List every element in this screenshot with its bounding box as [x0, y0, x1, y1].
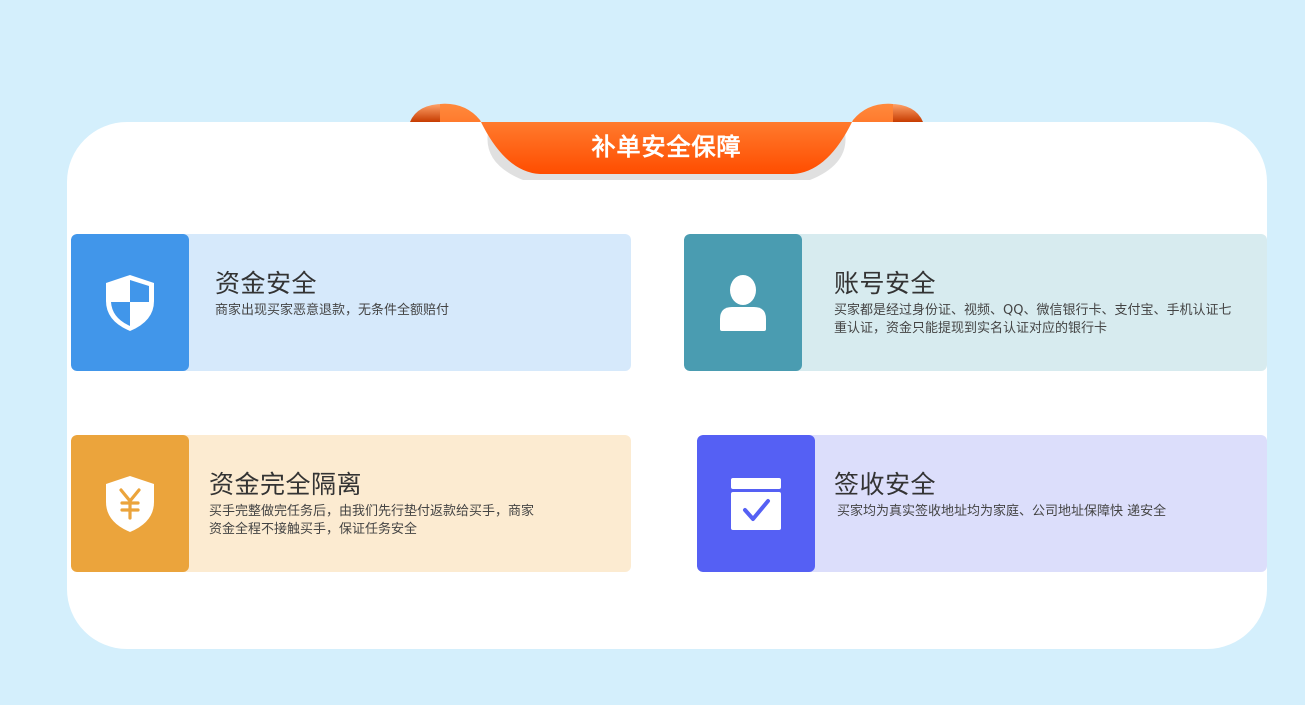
feature-card-fund-isolation: 资金完全隔离 买手完整做完任务后，由我们先行垫付返款给买手，商家 资金全程不接触… — [71, 435, 631, 572]
header-ribbon: 补单安全保障 — [410, 102, 923, 182]
card-title: 资金完全隔离 — [209, 470, 363, 499]
card-description-line1: 买手完整做完任务后，由我们先行垫付返款给买手，商家 — [209, 504, 535, 519]
icon-box — [71, 234, 189, 371]
card-title: 账号安全 — [834, 269, 937, 298]
card-description-line2: 资金全程不接触买手，保证任务安全 — [209, 522, 418, 537]
card-title: 资金安全 — [215, 269, 318, 298]
feature-card-delivery-security: 签收安全 买家均为真实签收地址均为家庭、公司地址保障快 递安全 — [697, 435, 1267, 572]
card-description-line2: 重认证，资金只能提现到实名认证对应的银行卡 — [834, 321, 1108, 336]
shield-icon — [106, 274, 154, 331]
user-icon — [720, 274, 766, 331]
card-description-line1: 买家都是经过身份证、视频、QQ、微信银行卡、支付宝、手机认证七 — [834, 303, 1232, 318]
card-description: 商家出现买家恶意退款，无条件全额赔付 — [215, 303, 450, 318]
page-title: 补单安全保障 — [591, 133, 742, 161]
card-description: 买家均为真实签收地址均为家庭、公司地址保障快 递安全 — [837, 504, 1167, 519]
icon-box — [697, 435, 815, 572]
icon-box — [684, 234, 802, 371]
icon-box — [71, 435, 189, 572]
feature-card-account-security: 账号安全 买家都是经过身份证、视频、QQ、微信银行卡、支付宝、手机认证七 重认证… — [684, 234, 1267, 371]
dots-right-icon — [419, 127, 447, 155]
yuan-shield-icon — [106, 475, 154, 532]
card-title: 签收安全 — [834, 470, 937, 499]
feature-card-fund-security: 资金安全 商家出现买家恶意退款，无条件全额赔付 — [71, 234, 631, 371]
check-box-icon — [731, 477, 781, 530]
